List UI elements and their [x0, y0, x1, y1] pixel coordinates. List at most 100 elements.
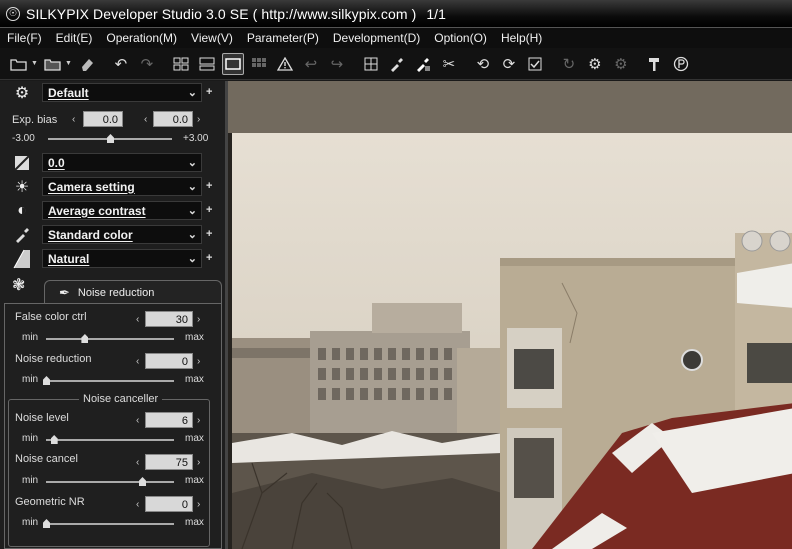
menu-option[interactable]: Option(O) — [434, 31, 487, 45]
white-balance-add-button[interactable]: + — [206, 180, 212, 192]
open-folder-dropdown-icon[interactable]: ▼ — [31, 60, 38, 67]
exposure-value-input[interactable]: 0.0 — [83, 111, 123, 127]
eraser-icon[interactable] — [76, 53, 98, 75]
contrast-add-button[interactable]: + — [206, 204, 212, 216]
hammer-icon[interactable] — [644, 53, 666, 75]
false-color-slider-track[interactable] — [46, 338, 174, 340]
noise-level-max-label: max — [185, 433, 204, 444]
menu-view[interactable]: View(V) — [191, 31, 233, 45]
forward-icon[interactable]: ↪ — [326, 53, 348, 75]
tone-curve-icon[interactable] — [12, 153, 32, 173]
browse-folder-dropdown-icon[interactable]: ▼ — [65, 60, 72, 67]
taste-add-button[interactable]: + — [206, 86, 212, 98]
refresh-icon[interactable]: ↻ — [558, 53, 580, 75]
taste-row: ⚙ Default ⌄ + — [0, 81, 225, 105]
single-view-icon[interactable] — [221, 52, 244, 75]
image-viewer[interactable] — [225, 81, 792, 549]
check-icon[interactable] — [524, 53, 546, 75]
false-color-max-label: max — [185, 332, 204, 343]
taste-select[interactable]: Default ⌄ — [42, 83, 202, 102]
noise-level-input[interactable]: 6 — [145, 412, 193, 428]
false-color-decrease-icon[interactable]: ‹ — [136, 314, 139, 325]
white-balance-select[interactable]: Camera setting ⌄ — [42, 177, 202, 196]
back-icon[interactable]: ↩ — [300, 53, 322, 75]
grid-view-icon[interactable] — [170, 53, 192, 75]
sun-icon[interactable]: ☀ — [12, 177, 32, 197]
menu-edit[interactable]: Edit(E) — [56, 31, 93, 45]
menu-file[interactable]: File(F) — [7, 31, 42, 45]
warning-icon[interactable] — [274, 53, 296, 75]
open-folder-icon[interactable] — [8, 53, 30, 75]
false-color-increase-icon[interactable]: › — [197, 314, 200, 325]
noise-reduction-slider-track[interactable] — [46, 380, 174, 382]
toolbar: ▼ ▼ ↶ ↷ ↩ ↪ ✂ ⟲ ⟳ ↻ ⚙ ⚙ — [0, 48, 792, 80]
logo-icon[interactable] — [670, 53, 692, 75]
image-counter: 1/1 — [426, 5, 446, 22]
geometric-nr-decrease-icon[interactable]: ‹ — [136, 499, 139, 510]
split-view-icon[interactable] — [196, 53, 218, 75]
develop-all-icon[interactable]: ⚙ — [610, 53, 632, 75]
menu-operation[interactable]: Operation(M) — [106, 31, 177, 45]
noise-cancel-increase-icon[interactable]: › — [197, 457, 200, 468]
redo-icon[interactable]: ↷ — [136, 53, 158, 75]
menu-help[interactable]: Help(H) — [501, 31, 542, 45]
menu-bar: File(F) Edit(E) Operation(M) View(V) Par… — [0, 28, 792, 48]
noise-level-decrease-icon[interactable]: ‹ — [136, 415, 139, 426]
sharpness-row: Natural ⌄ + — [0, 247, 225, 271]
false-color-input[interactable]: 30 — [145, 311, 193, 327]
noise-reduction-increase-icon[interactable]: › — [197, 356, 200, 367]
exposure-decrease-icon[interactable]: ‹ — [72, 114, 75, 125]
gear-icon[interactable]: ⚙ — [12, 83, 32, 103]
color-dropper-icon[interactable] — [12, 225, 32, 245]
noise-reduction-input[interactable]: 0 — [145, 353, 193, 369]
develop-icon[interactable]: ⚙ — [584, 53, 606, 75]
noise-level-increase-icon[interactable]: › — [197, 415, 200, 426]
dropper-gray-icon[interactable] — [412, 53, 434, 75]
noise-cancel-decrease-icon[interactable]: ‹ — [136, 457, 139, 468]
noise-level-slider-track[interactable] — [46, 439, 174, 441]
rotate-right-icon[interactable]: ⟳ — [498, 53, 520, 75]
noise-cancel-input[interactable]: 75 — [145, 454, 193, 470]
exposure-fine-increase-icon[interactable]: › — [197, 114, 200, 125]
sharpness-icon[interactable] — [12, 249, 32, 269]
noise-cancel-slider-track[interactable] — [46, 481, 174, 483]
geometric-nr-max-label: max — [185, 517, 204, 528]
scissors-icon[interactable]: ✂ — [438, 53, 460, 75]
preview-photo[interactable] — [232, 133, 792, 549]
exposure-slider-thumb[interactable] — [107, 134, 114, 143]
sharpness-select[interactable]: Natural ⌄ — [42, 249, 202, 268]
dropper-icon[interactable] — [386, 53, 408, 75]
geometric-nr-slider-track[interactable] — [46, 523, 174, 525]
tone-select[interactable]: 0.0 ⌄ — [42, 153, 202, 172]
browse-folder-icon[interactable] — [42, 53, 64, 75]
geometric-nr-label: Geometric NR — [15, 496, 85, 508]
geometric-nr-input[interactable]: 0 — [145, 496, 193, 512]
noise-level-min-label: min — [22, 433, 39, 444]
tab-noise-reduction[interactable]: ✒ Noise reduction — [44, 280, 222, 304]
noise-reduction-min-label: min — [22, 374, 39, 385]
noise-reduction-decrease-icon[interactable]: ‹ — [136, 356, 139, 367]
color-select[interactable]: Standard color ⌄ — [42, 225, 202, 244]
title-bar: ☉ SILKYPIX Developer Studio 3.0 SE ( htt… — [0, 0, 792, 28]
noise-level-label: Noise level — [15, 412, 69, 424]
noise-reduction-max-label: max — [185, 374, 204, 385]
exposure-fine-decrease-icon[interactable]: ‹ — [144, 114, 147, 125]
geometric-nr-increase-icon[interactable]: › — [197, 499, 200, 510]
sharpness-add-button[interactable]: + — [206, 252, 212, 264]
undo-icon[interactable]: ↶ — [110, 53, 132, 75]
color-add-button[interactable]: + — [206, 228, 212, 240]
menu-development[interactable]: Development(D) — [333, 31, 420, 45]
rotate-left-icon[interactable]: ⟲ — [472, 53, 494, 75]
exposure-fine-input[interactable]: 0.0 — [153, 111, 193, 127]
exposure-max-label: +3.00 — [183, 133, 209, 144]
noise-cancel-max-label: max — [185, 475, 204, 486]
exposure-min-label: -3.00 — [12, 133, 35, 144]
contrast-icon[interactable]: ◐ — [12, 201, 32, 221]
thumbnail-view-icon[interactable] — [248, 53, 270, 75]
photo-scene — [232, 230, 792, 549]
menu-parameter[interactable]: Parameter(P) — [247, 31, 319, 45]
tone-row: 0.0 ⌄ — [0, 151, 225, 175]
detail-settings-icon[interactable]: ❃ — [12, 275, 36, 297]
crop-icon[interactable] — [360, 53, 382, 75]
contrast-select[interactable]: Average contrast ⌄ — [42, 201, 202, 220]
